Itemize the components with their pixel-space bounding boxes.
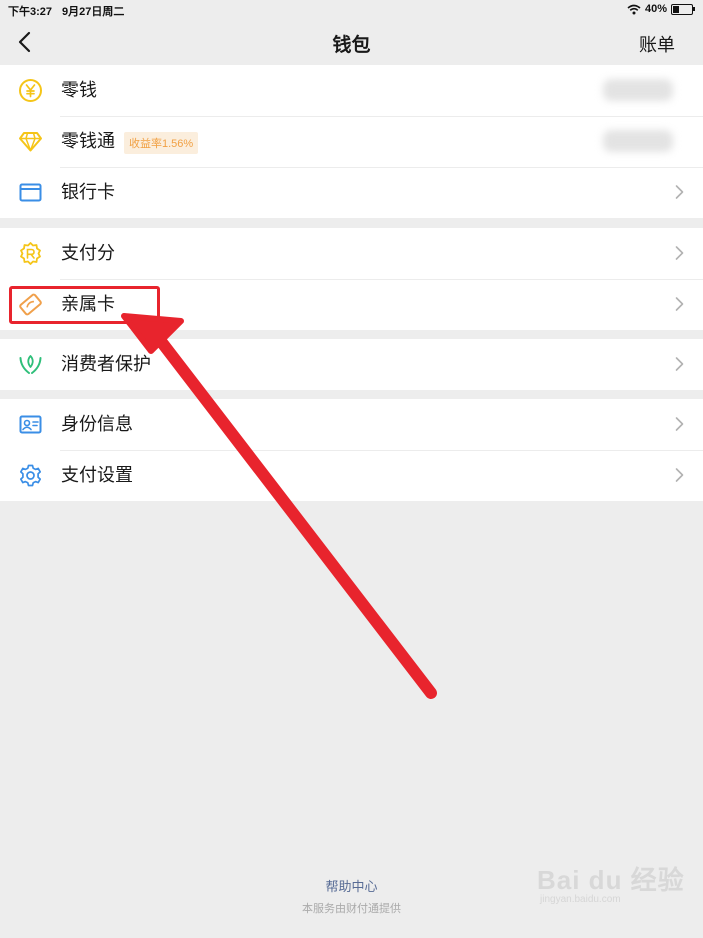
watermark-url: jingyan.baidu.com bbox=[540, 894, 621, 905]
watermark-logo: Bai du 经验 bbox=[537, 865, 685, 895]
watermark: Bai du 经验 jingyan.baidu.com bbox=[537, 860, 685, 905]
annotation-arrow bbox=[121, 313, 437, 699]
